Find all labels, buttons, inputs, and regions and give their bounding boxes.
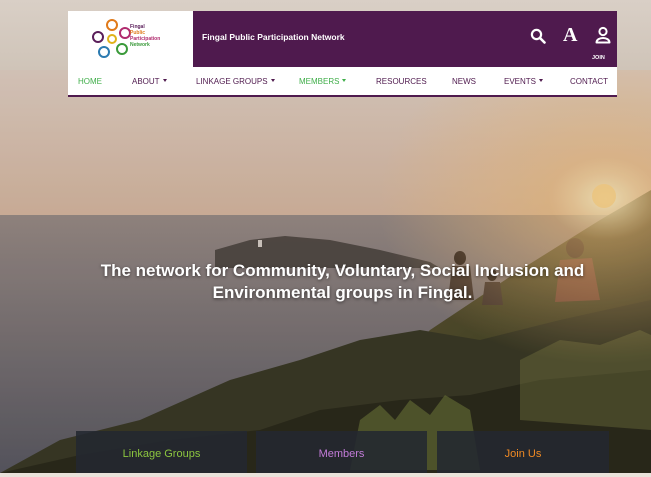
- nav-resources[interactable]: RESOURCES: [376, 77, 427, 86]
- join-label[interactable]: JOIN: [592, 55, 605, 61]
- nav-events[interactable]: EVENTS: [504, 77, 544, 86]
- nav-home[interactable]: HOME: [78, 77, 102, 86]
- nav-contact[interactable]: CONTACT: [570, 77, 608, 86]
- nav-members-label: MEMBERS: [299, 77, 340, 86]
- hero-tagline: The network for Community, Voluntary, So…: [100, 261, 585, 302]
- site-logo[interactable]: Fingal Public Participation Network: [68, 11, 193, 67]
- brand-bar: Fingal Public Participation Network A JO…: [193, 11, 617, 67]
- chevron-down-icon: [270, 79, 275, 83]
- chevron-down-icon: [342, 79, 347, 83]
- logo-wordmark: Fingal Public Participation Network: [130, 24, 160, 48]
- nav-about-label: ABOUT: [132, 77, 160, 86]
- user-icon[interactable]: [594, 26, 612, 44]
- nav-members[interactable]: MEMBERS: [299, 77, 347, 86]
- nav-news[interactable]: NEWS: [452, 77, 476, 86]
- nav-events-label: EVENTS: [504, 77, 537, 86]
- logo-mark-icon: [92, 19, 131, 58]
- nav-about[interactable]: ABOUT: [132, 77, 167, 86]
- nav-linkage-groups[interactable]: LINKAGE GROUPS: [196, 77, 275, 86]
- linkage-groups-button[interactable]: Linkage Groups: [76, 431, 247, 473]
- search-icon[interactable]: [530, 28, 546, 44]
- font-size-icon[interactable]: A: [563, 25, 577, 45]
- chevron-down-icon: [162, 79, 167, 83]
- main-nav: HOME ABOUT LINKAGE GROUPS MEMBERS RESOUR…: [68, 67, 617, 97]
- site-title[interactable]: Fingal Public Participation Network: [202, 32, 345, 42]
- nav-linkage-groups-label: LINKAGE GROUPS: [196, 77, 268, 86]
- chevron-down-icon: [539, 79, 544, 83]
- logo-line-4: Network: [130, 42, 150, 48]
- join-us-button[interactable]: Join Us: [437, 431, 609, 473]
- members-button[interactable]: Members: [256, 431, 427, 473]
